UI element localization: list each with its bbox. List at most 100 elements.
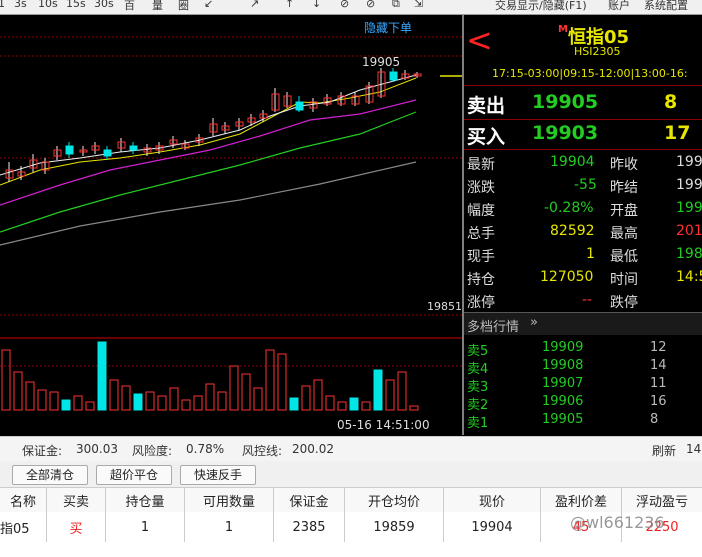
col-side[interactable]: 买卖: [47, 488, 106, 512]
menu-account[interactable]: 账户: [608, 0, 630, 13]
stat-label-change: 涨跌: [467, 180, 495, 196]
volume-bar: [73, 395, 83, 411]
arrow-up-icon[interactable]: ↑: [285, 0, 294, 10]
stat-value-latest: 19904: [550, 154, 595, 170]
volume-bars-group: [1, 341, 419, 411]
toolbar-button-circle[interactable]: 圈: [178, 0, 189, 13]
ma-line-yellow: [0, 77, 417, 186]
resize-icon[interactable]: ⇲: [414, 0, 423, 10]
volume-bar: [193, 395, 203, 411]
depth-label-ask1: 卖1: [467, 416, 489, 431]
toolbar-button-30s[interactable]: 30s: [94, 0, 114, 10]
cell-name: 指05: [0, 512, 47, 542]
stat-value-current-hand: 1: [586, 246, 595, 262]
toolbar-button-3s[interactable]: 3s: [14, 0, 27, 10]
stat-label-latest: 最新: [467, 157, 495, 173]
volume-bar: [61, 399, 71, 411]
depth-price-ask3: 19907: [542, 376, 584, 391]
depth-qty-ask4: 14: [650, 358, 667, 373]
stat-label-limit-up: 涨停: [467, 295, 495, 311]
cell-available: 1: [185, 512, 274, 542]
depth-label-ask3: 卖3: [467, 380, 489, 395]
menu-trade-toggle[interactable]: 交易显示/隐藏(F1): [495, 0, 587, 13]
depth-price-ask4: 19908: [542, 358, 584, 373]
volume-bar: [229, 365, 239, 411]
stat-label-time: 时间: [610, 272, 638, 288]
cell-side: 买: [47, 512, 106, 542]
cell-price: 19904: [444, 512, 541, 542]
stat-label-low: 最低: [610, 249, 638, 265]
risk-label: 风险度:: [132, 444, 173, 458]
depth-qty-ask1: 8: [650, 412, 659, 427]
col-available[interactable]: 可用数量: [185, 488, 274, 512]
col-pnl-diff[interactable]: 盈利价差: [541, 488, 622, 512]
double-chevron-down-icon[interactable]: »: [530, 315, 538, 330]
stat-label-current-hand: 现手: [467, 249, 495, 265]
depth-header[interactable]: 多档行情 »: [464, 313, 702, 335]
volume-bar: [241, 373, 251, 411]
stat-value-volume: 82592: [550, 223, 595, 239]
toolbar-button-15s[interactable]: 15s: [66, 0, 86, 10]
window-icon[interactable]: ⧉: [392, 0, 400, 11]
volume-bar: [361, 401, 371, 411]
risk-value: 0.78%: [186, 442, 225, 456]
menu-system-config[interactable]: 系统配置: [644, 0, 688, 13]
candle-body: [129, 145, 138, 151]
volume-bar: [85, 401, 95, 411]
stat-value-prev-settle: 199: [676, 177, 702, 193]
col-avg-open[interactable]: 开仓均价: [345, 488, 444, 512]
col-name[interactable]: 名称: [0, 488, 47, 512]
col-margin[interactable]: 保证金: [274, 488, 345, 512]
cancel-icon[interactable]: ⊘: [340, 0, 349, 10]
divider: [464, 119, 702, 120]
close-all-button[interactable]: 全部清仓: [12, 465, 88, 485]
margin-label: 保证金:: [22, 444, 63, 458]
stat-label-pct: 幅度: [467, 203, 495, 219]
stat-value-high: 201: [676, 223, 702, 239]
hide-order-link[interactable]: 隐藏下单: [364, 19, 412, 36]
volume-bar: [133, 393, 143, 411]
volume-bar: [109, 379, 119, 411]
super-price-close-button[interactable]: 超价平仓: [96, 465, 172, 485]
depth-label-ask4: 卖4: [467, 362, 489, 377]
col-floating-pnl[interactable]: 浮动盈亏: [622, 488, 702, 512]
arrow-down-icon[interactable]: ↓: [312, 0, 321, 10]
volume-bar: [313, 379, 323, 411]
candle-body: [65, 145, 74, 155]
col-price[interactable]: 现价: [444, 488, 541, 512]
stat-value-open-interest: 127050: [540, 269, 594, 285]
kline-chart[interactable]: 隐藏下单 19905 19851 05-16 14:51:00: [0, 15, 462, 435]
symbol-code: HSI2305: [574, 45, 621, 58]
toolbar-button-1[interactable]: 1: [0, 0, 5, 10]
divider: [464, 149, 702, 150]
depth-qty-ask3: 11: [650, 376, 667, 391]
toolbar-button-hundred[interactable]: 百: [124, 0, 135, 13]
arrow-down-left-icon[interactable]: ↙: [204, 0, 213, 10]
volume-bar: [277, 353, 287, 411]
divider: [464, 85, 702, 86]
stat-label-prev-settle: 昨结: [610, 180, 638, 196]
volume-bar: [325, 395, 335, 411]
time-label: 05-16 14:51:00: [337, 418, 430, 432]
back-chevron-icon[interactable]: <: [466, 24, 493, 56]
depth-label-ask5: 卖5: [467, 344, 489, 359]
arrow-up-right-icon[interactable]: ↗: [250, 0, 259, 10]
cancel-all-icon[interactable]: ⊘: [366, 0, 375, 10]
quick-reverse-button[interactable]: 快速反手: [180, 465, 256, 485]
stat-label-prev-close: 昨收: [610, 157, 638, 173]
depth-price-ask1: 19905: [542, 412, 584, 427]
toolbar-button-10s[interactable]: 10s: [38, 0, 58, 10]
stat-value-change: -55: [574, 177, 597, 193]
sell-price: 19905: [532, 91, 599, 113]
refresh-button[interactable]: 刷新: [652, 442, 676, 459]
ma-line-magenta: [0, 99, 417, 206]
buy-price: 19903: [532, 122, 599, 144]
volume-bar: [205, 383, 215, 411]
col-position[interactable]: 持仓量: [106, 488, 185, 512]
margin-value: 300.03: [76, 442, 118, 456]
toolbar-button-volume[interactable]: 量: [152, 0, 163, 13]
stat-value-low: 198: [676, 246, 702, 262]
volume-bar: [397, 371, 407, 411]
low-price-label: 19851: [427, 300, 462, 313]
stat-value-limit-up: --: [582, 292, 593, 308]
